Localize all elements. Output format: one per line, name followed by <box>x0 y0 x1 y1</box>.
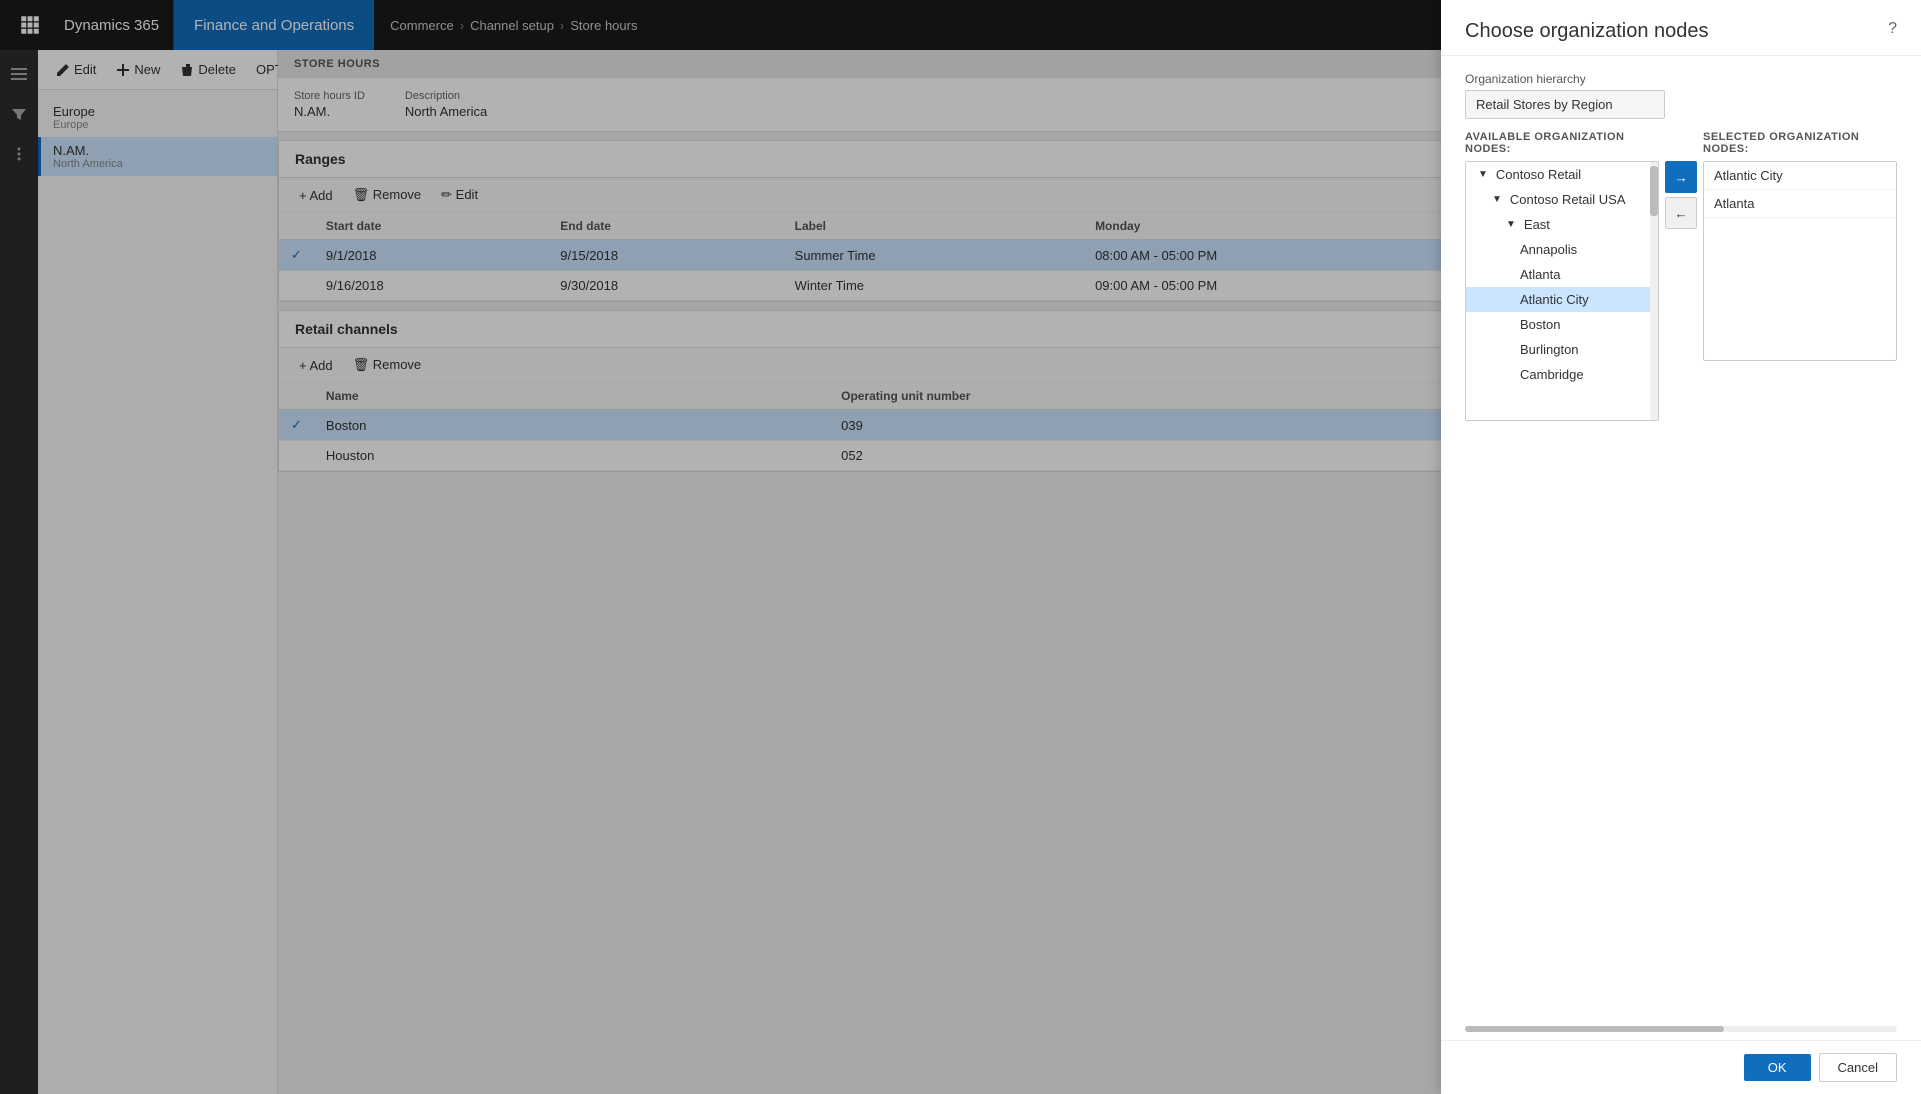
node-label: East <box>1524 217 1550 232</box>
selected-col: SELECTED ORGANIZATION NODES: Atlantic Ci… <box>1703 131 1897 1002</box>
tree-node-burlington[interactable]: Burlington <box>1466 337 1658 362</box>
selected-node-atlantic-city[interactable]: Atlantic City <box>1704 162 1896 190</box>
dialog-columns: AVAILABLE ORGANIZATION NODES: ▼ Contoso … <box>1465 131 1897 1002</box>
node-label: Atlantic City <box>1520 292 1589 307</box>
choose-org-nodes-dialog: Choose organization nodes ? Organization… <box>1441 0 1921 1094</box>
node-label: Burlington <box>1520 342 1579 357</box>
node-label: Atlanta <box>1520 267 1560 282</box>
node-label: Contoso Retail USA <box>1510 192 1626 207</box>
selected-nodes-list[interactable]: Atlantic City Atlanta <box>1703 161 1897 361</box>
transfer-forward-button[interactable]: → <box>1665 161 1697 193</box>
tree-node-annapolis[interactable]: Annapolis <box>1466 237 1658 262</box>
tree-node-boston[interactable]: Boston <box>1466 312 1658 337</box>
hierarchy-section: Organization hierarchy Retail Stores by … <box>1465 72 1897 119</box>
transfer-back-button[interactable]: ← <box>1665 197 1697 229</box>
dialog-footer-scrollbar-area <box>1441 1018 1921 1040</box>
tree-node-contoso-retail[interactable]: ▼ Contoso Retail <box>1466 162 1658 187</box>
hierarchy-label: Organization hierarchy <box>1465 72 1897 86</box>
collapse-icon: ▼ <box>1478 169 1488 180</box>
tree-scrollbar-thumb[interactable] <box>1650 166 1658 216</box>
ok-button[interactable]: OK <box>1744 1054 1811 1081</box>
dialog-header: Choose organization nodes ? <box>1441 0 1921 56</box>
node-label: Boston <box>1520 317 1560 332</box>
dialog-body: Organization hierarchy Retail Stores by … <box>1441 56 1921 1018</box>
cancel-button[interactable]: Cancel <box>1819 1053 1897 1082</box>
dialog-scrollbar-thumb[interactable] <box>1465 1026 1724 1032</box>
selected-node-atlanta[interactable]: Atlanta <box>1704 190 1896 218</box>
dialog-scrollbar[interactable] <box>1465 1026 1897 1032</box>
org-tree[interactable]: ▼ Contoso Retail ▼ Contoso Retail USA ▼ … <box>1465 161 1659 421</box>
tree-scrollbar[interactable] <box>1650 162 1658 420</box>
available-col: AVAILABLE ORGANIZATION NODES: ▼ Contoso … <box>1465 131 1659 1002</box>
tree-node-atlanta[interactable]: Atlanta <box>1466 262 1658 287</box>
tree-node-atlantic-city[interactable]: Atlantic City <box>1466 287 1658 312</box>
dialog-footer: OK Cancel <box>1441 1040 1921 1094</box>
node-label: Cambridge <box>1520 367 1584 382</box>
dialog-title: Choose organization nodes <box>1465 20 1709 43</box>
available-col-header: AVAILABLE ORGANIZATION NODES: <box>1465 131 1659 161</box>
tree-node-contoso-retail-usa[interactable]: ▼ Contoso Retail USA <box>1466 187 1658 212</box>
selected-col-header: SELECTED ORGANIZATION NODES: <box>1703 131 1897 161</box>
transfer-buttons: → ← <box>1659 131 1703 1002</box>
collapse-icon: ▼ <box>1492 194 1502 205</box>
hierarchy-input: Retail Stores by Region <box>1465 90 1665 119</box>
dialog-close-button[interactable]: ? <box>1888 20 1897 38</box>
collapse-icon: ▼ <box>1506 219 1516 230</box>
tree-node-east[interactable]: ▼ East <box>1466 212 1658 237</box>
tree-node-cambridge[interactable]: Cambridge <box>1466 362 1658 387</box>
node-label: Contoso Retail <box>1496 167 1581 182</box>
node-label: Annapolis <box>1520 242 1577 257</box>
